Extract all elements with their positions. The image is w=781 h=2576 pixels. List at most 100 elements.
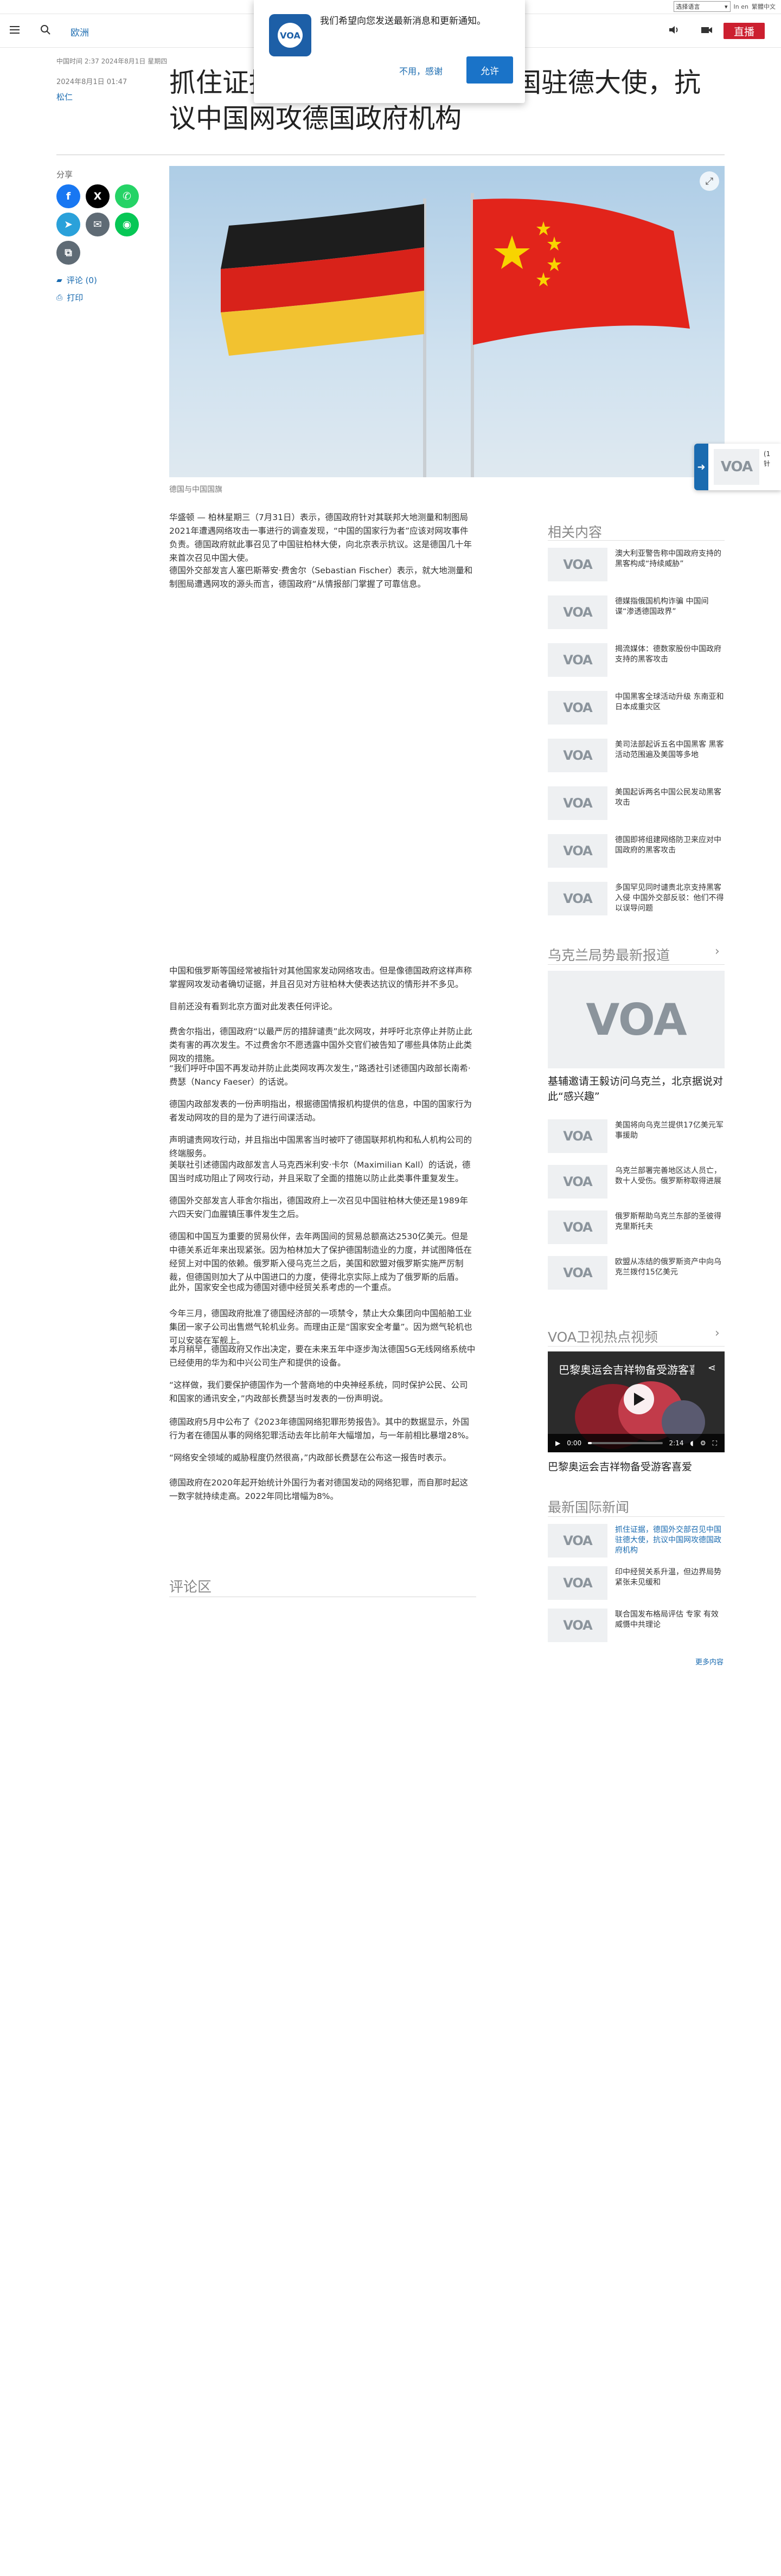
share-row-3: ⧉ [56, 241, 80, 265]
article-paragraph: 中国和俄罗斯等国经常被指针对其他国家发动网络攻击。但是像德国政府这样声称掌握网攻… [169, 966, 472, 989]
related-item[interactable]: VOA 多国罕见同时谴责北京支持黑客入侵 中国外交部反驳：他们不得以误导问题 [548, 882, 725, 918]
floating-widget-text: (1 针 [764, 450, 771, 467]
related-item-title: 澳大利亚警告称中国政府支持的黑客构成“持续威胁” [615, 549, 721, 568]
email-icon[interactable]: ✉ [86, 213, 110, 236]
article-paragraph: 德国和中国互为重要的贸易伙伴，去年两国间的贸易总额高达2530亿美元。但是中德关… [169, 1232, 472, 1282]
more-link[interactable]: 更多内容 [695, 1656, 724, 1667]
search-icon[interactable] [40, 24, 51, 35]
ukraine-item[interactable]: VOA 欧盟从冻结的俄罗斯资产中向乌克兰拨付15亿美元 [548, 1256, 725, 1292]
expand-icon[interactable]: ⤢ [700, 171, 719, 191]
comments-link[interactable]: ▰ 评论 (0) [56, 274, 97, 286]
chevron-down-icon: ▾ [725, 3, 728, 10]
floating-article-widget[interactable]: ➜ VOA (1 针 [694, 444, 781, 490]
video-icon[interactable] [701, 24, 713, 35]
whatsapp-icon[interactable]: ✆ [115, 184, 139, 208]
line-icon[interactable]: ◉ [115, 213, 139, 236]
print-link[interactable]: ⎙ 打印 [56, 292, 83, 303]
fullscreen-icon[interactable]: ⛶ [713, 1439, 717, 1447]
hero-image: ⤢ [169, 166, 725, 477]
video-time: 0:00 [567, 1439, 582, 1447]
voa-thumbnail: VOA [548, 834, 607, 868]
related-item[interactable]: VOA 美司法部起诉五名中国黑客 黑客活动范围遍及美国等多地 [548, 739, 725, 774]
related-item[interactable]: VOA 中国黑客全球活动升级 东南亚和日本成重灾区 [548, 691, 725, 727]
facebook-icon[interactable]: f [56, 184, 80, 208]
article-paragraph: 德国外交部发言人塞巴斯蒂安·费舍尔（Sebastian Fischer）表示，就… [169, 566, 473, 589]
related-item-title: 德国即将组建网络防卫来应对中国政府的黑客攻击 [615, 836, 721, 855]
play-icon[interactable] [624, 1384, 654, 1414]
video-heading[interactable]: VOA卫视热点视频 [548, 1327, 658, 1346]
share-row-2: ➤ ✉ ◉ [56, 213, 139, 236]
ukraine-item-title: 乌克兰部署完善地区达人员亡，数十人受伤。俄罗斯称取得进展 [615, 1167, 721, 1186]
voa-thumbnail: VOA [714, 449, 759, 485]
share-label: 分享 [56, 170, 73, 180]
voa-thumbnail: VOA [548, 1210, 607, 1244]
settings-icon[interactable]: ⚙ [700, 1439, 706, 1447]
volume-icon[interactable]: ◖ [690, 1439, 694, 1447]
audio-icon[interactable] [668, 24, 680, 35]
ukraine-item[interactable]: VOA 俄罗斯帮助乌克兰东部的圣彼得克里斯托夫 [548, 1210, 725, 1246]
language-select-label: 选择语言 [676, 3, 700, 10]
video-caption[interactable]: 巴黎奥运会吉祥物备受游客喜爱 [548, 1459, 692, 1473]
article-paragraph: “这样做，我们要保护德国作为一个营商地的中央神经系统，同时保护公民、公司和国家的… [169, 1380, 468, 1404]
related-item[interactable]: VOA 德媒指俄国机构诈骗 中国间谍“渗透德国政界” [548, 595, 725, 631]
related-item-title: 多国罕见同时谴责北京支持黑客入侵 中国外交部反驳：他们不得以误导问题 [615, 883, 724, 913]
telegram-icon[interactable]: ➤ [56, 213, 80, 236]
share-icon[interactable]: ⋖ [708, 1362, 716, 1374]
print-link-label: 打印 [67, 293, 84, 303]
print-icon: ⎙ [56, 293, 63, 302]
intl-item[interactable]: VOA 印中经贸关系升温，但边界局势紧张未见缓和 [548, 1566, 725, 1602]
timestamp-line: 中国时间 2:37 2024年8月1日 星期四 [56, 57, 168, 65]
voa-thumbnail: VOA [548, 882, 607, 915]
video-player[interactable]: 巴黎奥运会吉祥物备受游客喜爱 ⋖ ▶ 0:00 2:14 ◖ ⚙ ⛶ [548, 1351, 725, 1452]
article-paragraph: 费舍尔指出，德国政府“以最严厉的措辞谴责”此次网攻，并呼吁北京停止并防止此类有害… [169, 1027, 472, 1063]
intl-item[interactable]: VOA 联合国发布格局评估 专家 有效威慑中共理论 [548, 1609, 725, 1644]
comment-icon: ▰ [56, 275, 62, 285]
english-link[interactable]: In en [734, 3, 748, 10]
related-item[interactable]: VOA 美国起诉两名中国公民发动黑客攻击 [548, 786, 725, 822]
article-paragraph: 德国内政部发表的一份声明指出，根据德国情报机构提供的信息，中国的国家行为者发动网… [169, 1099, 472, 1123]
video-title: 巴黎奥运会吉祥物备受游客喜爱 [559, 1363, 694, 1376]
voa-thumbnail: VOA [548, 786, 607, 820]
play-small-icon[interactable]: ▶ [555, 1439, 560, 1447]
article-paragraph: “我们呼吁中国不再发动并防止此类网攻再次发生，”路透社引述德国内政部长南希·费瑟… [169, 1063, 471, 1087]
traditional-chinese-link[interactable]: 繁體中文 [752, 2, 776, 11]
live-button[interactable]: 直播 [724, 23, 765, 39]
related-item-title: 揭流媒体：德数家股份中国政府支持的黑客攻击 [615, 645, 721, 664]
ukraine-heading[interactable]: 乌克兰局势最新报道 [548, 945, 670, 964]
utility-links: 选择语言 ▾ In en 繁體中文 [673, 1, 776, 12]
image-caption: 德国与中国国旗 [169, 485, 222, 494]
article-paragraph: 德国外交部发言人菲舍尔指出，德国政府上一次召见中国驻柏林大使还是1989年六四天… [169, 1196, 468, 1219]
section-link[interactable]: 欧洲 [71, 25, 89, 39]
intl-item[interactable]: VOA 抓住证据，德国外交部召见中国驻德大使，抗议中国网攻德国政府机构 [548, 1524, 725, 1560]
copy-link-icon[interactable]: ⧉ [56, 241, 80, 265]
intl-heading[interactable]: 最新国际新闻 [548, 1497, 629, 1516]
comments-heading: 评论区 [169, 1579, 212, 1595]
related-item-title: 美司法部起诉五名中国黑客 黑客活动范围遍及美国等多地 [615, 740, 724, 759]
menu-icon[interactable] [10, 26, 20, 34]
article-paragraph: 此外，国家安全也成为德国对德中经贸关系考虑的一个重点。 [169, 1283, 396, 1292]
arrow-right-icon[interactable]: ➜ [694, 444, 708, 490]
chevron-right-icon[interactable]: › [715, 1327, 720, 1340]
author-link[interactable]: 松仁 [56, 91, 73, 102]
video-progress-bar[interactable] [588, 1442, 663, 1444]
notification-message: 我们希望向您发送最新消息和更新通知。 [320, 16, 486, 27]
related-heading: 相关内容 [548, 524, 603, 540]
x-twitter-icon[interactable]: X [86, 184, 110, 208]
related-item[interactable]: VOA 澳大利亚警告称中国政府支持的黑客构成“持续威胁” [548, 548, 725, 584]
comments-link-label: 评论 (0) [66, 275, 97, 285]
decline-button[interactable]: 不用，感谢 [399, 64, 443, 77]
article-paragraph: 德国政府5月中公布了《2023年德国网络犯罪形势报告》。其中的数据显示，外国行为… [169, 1417, 474, 1440]
ukraine-item[interactable]: VOA 美国将向乌克兰提供17亿美元军事援助 [548, 1119, 725, 1155]
language-select[interactable]: 选择语言 ▾ [673, 1, 731, 12]
chevron-right-icon[interactable]: › [715, 945, 720, 958]
article-paragraph: 德国政府在2020年起开始统计外国行为者对德国发动的网络犯罪，而自那时起这一数字… [169, 1478, 468, 1501]
ukraine-item[interactable]: VOA 乌克兰部署完善地区达人员亡，数十人受伤。俄罗斯称取得进展 [548, 1165, 725, 1201]
ukraine-item-title: 美国将向乌克兰提供17亿美元军事援助 [615, 1121, 724, 1140]
ukraine-feature-thumbnail[interactable]: VOA [548, 971, 725, 1068]
article-paragraph: 华盛顿 — 柏林星期三（7月31日）表示，德国政府针对其联邦大地测量和制图局20… [169, 512, 472, 563]
article-paragraph: 目前还没有看到北京方面对此发表任何评论。 [169, 1002, 338, 1011]
related-item[interactable]: VOA 揭流媒体：德数家股份中国政府支持的黑客攻击 [548, 643, 725, 679]
related-item[interactable]: VOA 德国即将组建网络防卫来应对中国政府的黑客攻击 [548, 834, 725, 870]
allow-button[interactable]: 允许 [466, 56, 513, 84]
ukraine-feature-title[interactable]: 基辅邀请王毅访问乌克兰，北京据说对此“感兴趣” [548, 1074, 725, 1104]
